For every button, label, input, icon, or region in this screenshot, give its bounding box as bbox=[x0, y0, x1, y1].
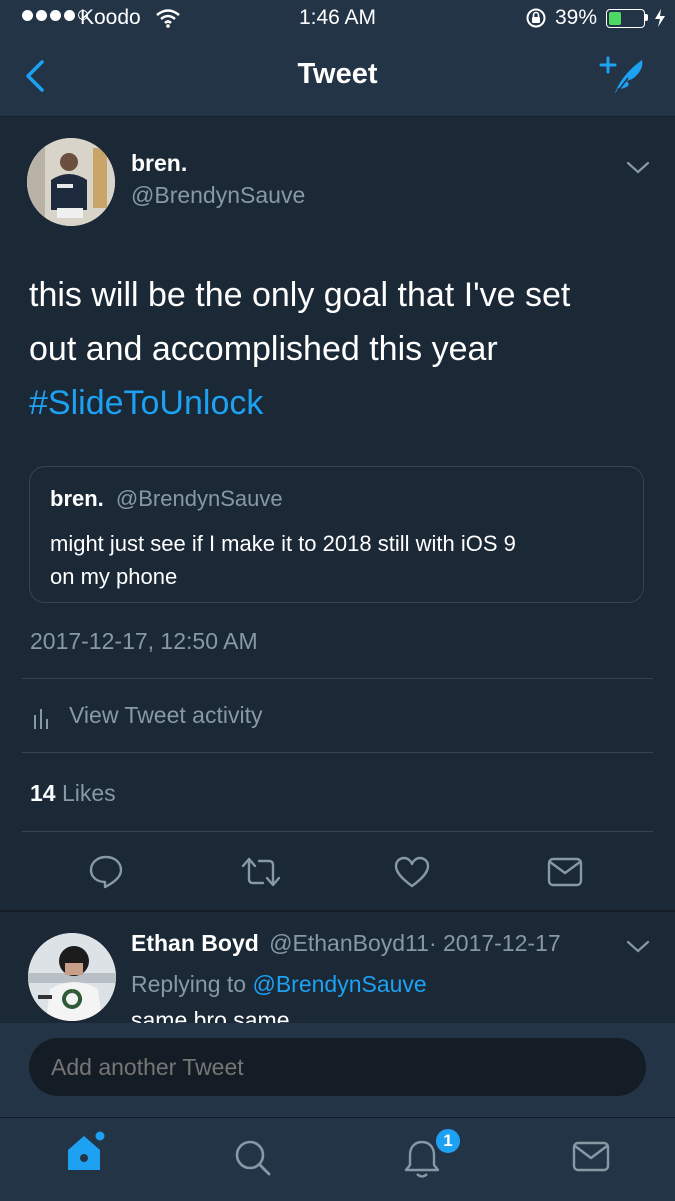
section-divider bbox=[0, 910, 675, 912]
author-avatar[interactable] bbox=[27, 138, 115, 226]
view-tweet-activity-label: View Tweet activity bbox=[69, 702, 263, 728]
direct-message-icon[interactable] bbox=[547, 856, 583, 888]
tab-bar: 1 bbox=[0, 1117, 675, 1201]
compose-tweet-icon[interactable] bbox=[598, 54, 650, 100]
likes-number: 14 bbox=[30, 780, 56, 806]
tweet-text-line: out and accomplished this year bbox=[29, 330, 498, 368]
status-bar: Koodo 1:46 AM 39% bbox=[0, 0, 675, 36]
reply-author-name[interactable]: Ethan Boyd bbox=[131, 930, 259, 956]
tweet-menu-chevron-down-icon[interactable] bbox=[625, 158, 651, 176]
reply-header: Ethan Boyd @EthanBoyd11· 2017-12-17 bbox=[131, 930, 561, 957]
reply-author-avatar[interactable] bbox=[28, 933, 116, 1021]
quoted-author-handle: @BrendynSauve bbox=[115, 486, 283, 511]
tweet-text-line: this will be the only goal that I've set bbox=[29, 276, 571, 314]
battery-icon bbox=[606, 9, 645, 28]
tab-messages-icon[interactable] bbox=[572, 1140, 610, 1174]
divider bbox=[22, 752, 653, 753]
quoted-author-name: bren. bbox=[50, 486, 104, 511]
author-name[interactable]: bren. bbox=[131, 150, 187, 177]
reply-author-handle[interactable]: @EthanBoyd11 bbox=[269, 930, 429, 956]
tab-home-icon[interactable] bbox=[64, 1128, 108, 1174]
charging-bolt-icon bbox=[655, 9, 665, 27]
rotation-lock-icon bbox=[526, 8, 546, 28]
page-title: Tweet bbox=[297, 58, 378, 90]
battery-tip bbox=[645, 14, 648, 21]
quoted-tweet-card[interactable]: bren. @BrendynSauve might just see if I … bbox=[29, 466, 644, 603]
tweet-text: this will be the only goal that I've set… bbox=[29, 268, 570, 430]
quoted-text: might just see if I make it to 2018 stil… bbox=[50, 527, 516, 593]
reply-icon[interactable] bbox=[88, 853, 124, 889]
author-handle[interactable]: @BrendynSauve bbox=[131, 182, 305, 209]
composer-bar bbox=[0, 1023, 675, 1117]
notifications-badge: 1 bbox=[434, 1127, 462, 1155]
quoted-text-line: on my phone bbox=[50, 564, 178, 589]
add-another-tweet-input[interactable] bbox=[29, 1038, 646, 1096]
replying-to: Replying to @BrendynSauve bbox=[131, 971, 427, 998]
retweet-icon[interactable] bbox=[241, 855, 281, 889]
likes-count[interactable]: 14 Likes bbox=[30, 780, 116, 807]
tab-search-icon[interactable] bbox=[232, 1137, 272, 1177]
divider bbox=[22, 678, 653, 679]
divider bbox=[22, 831, 653, 832]
like-heart-icon[interactable] bbox=[393, 855, 431, 889]
quoted-text-line: might just see if I make it to 2018 stil… bbox=[50, 531, 516, 556]
tweet-timestamp: 2017-12-17, 12:50 AM bbox=[30, 628, 258, 654]
hashtag-link[interactable]: #SlideToUnlock bbox=[29, 376, 570, 430]
navigation-bar: Tweet bbox=[0, 36, 675, 117]
replying-to-handle-link[interactable]: @BrendynSauve bbox=[252, 971, 426, 997]
likes-label: Likes bbox=[61, 780, 116, 806]
replying-to-label: Replying to bbox=[131, 971, 247, 997]
reply-menu-chevron-down-icon[interactable] bbox=[625, 937, 651, 955]
battery-percent: 39% bbox=[555, 6, 598, 29]
reply-date: · 2017-12-17 bbox=[428, 930, 561, 956]
quoted-header: bren. @BrendynSauve bbox=[50, 486, 283, 512]
analytics-bars-icon bbox=[34, 709, 48, 729]
